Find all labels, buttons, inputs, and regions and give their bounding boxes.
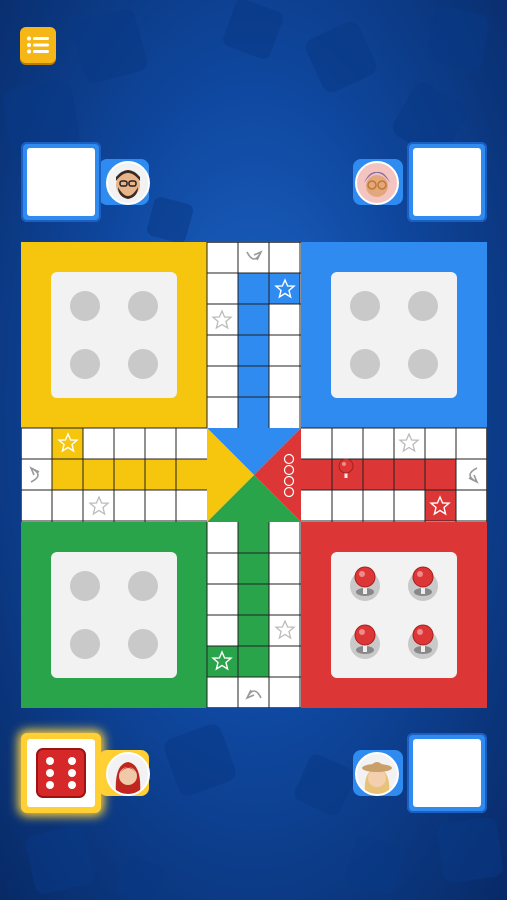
list-menu-icon	[27, 36, 49, 54]
red-home-yard	[301, 522, 487, 708]
blonde-hat-avatar	[355, 752, 399, 796]
yellow-home-yard	[21, 242, 207, 428]
ludo-board	[21, 242, 487, 708]
player-bottom-left	[21, 733, 161, 815]
player-bottom-right	[347, 733, 487, 815]
dice-slot[interactable]	[21, 142, 101, 222]
blue-home-yard	[301, 242, 487, 428]
woman-glasses-avatar	[355, 161, 399, 205]
green-home-yard	[21, 522, 207, 708]
dice-slot[interactable]	[407, 733, 487, 813]
red-haired-girl-avatar	[106, 752, 150, 796]
dice-six-icon[interactable]	[27, 739, 95, 807]
menu-button[interactable]	[20, 27, 56, 63]
player-top-right	[347, 142, 487, 224]
bearded-man-avatar	[106, 161, 150, 205]
dice-slot[interactable]	[21, 733, 101, 813]
center-home	[207, 428, 301, 522]
dice-slot[interactable]	[407, 142, 487, 222]
player-top-left	[21, 142, 161, 224]
